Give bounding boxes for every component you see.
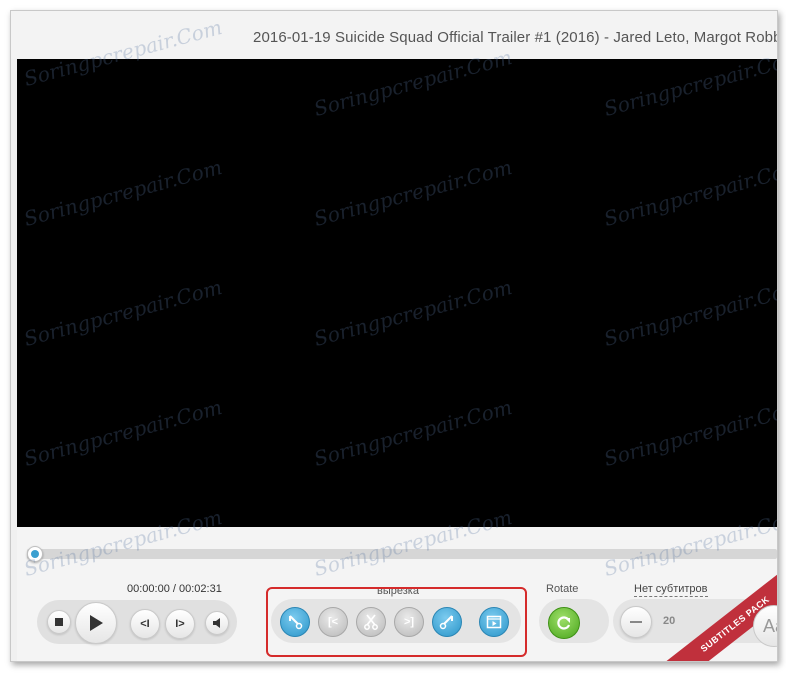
video-preview[interactable]	[17, 59, 777, 527]
play-icon	[90, 615, 103, 631]
go-to-start-label: [<	[327, 616, 339, 628]
timeline-track[interactable]	[27, 549, 777, 559]
controls-panel: 00:00:00 / 00:02:31 <I I> вырезка [< >] …	[17, 527, 777, 661]
font-button-label: Aa	[762, 615, 777, 636]
go-to-end-button[interactable]: >]	[394, 607, 424, 637]
scissors-start-icon	[289, 615, 303, 630]
window-title: 2016-01-19 Suicide Squad Official Traile…	[253, 29, 778, 46]
rotate-button[interactable]	[548, 607, 580, 639]
film-play-icon	[486, 615, 502, 629]
prev-frame-label: <I	[140, 618, 150, 630]
go-to-end-label: >]	[403, 616, 415, 628]
time-display: 00:00:00 / 00:02:31	[127, 583, 222, 595]
subtitle-size-value: 20	[663, 615, 676, 627]
stop-button[interactable]	[47, 610, 71, 634]
scissors-end-icon	[439, 615, 453, 630]
timeline-playhead[interactable]	[27, 546, 43, 562]
app-window: 2016-01-19 Suicide Squad Official Traile…	[10, 10, 778, 662]
next-frame-label: I>	[175, 618, 185, 630]
scissors-icon	[364, 614, 378, 630]
go-to-start-button[interactable]: [<	[318, 607, 348, 637]
minus-icon	[630, 621, 642, 623]
prev-frame-button[interactable]: <I	[130, 609, 160, 639]
title-bar: 2016-01-19 Suicide Squad Official Traile…	[11, 11, 777, 59]
subtitles-dropdown[interactable]: Нет субтитров	[634, 583, 708, 597]
next-frame-button[interactable]: I>	[165, 609, 195, 639]
cut-button[interactable]	[356, 607, 386, 637]
volume-button[interactable]	[205, 611, 229, 635]
rotate-label: Rotate	[546, 583, 579, 595]
speaker-icon	[213, 618, 220, 628]
play-button[interactable]	[75, 602, 117, 644]
mark-end-button[interactable]	[432, 607, 462, 637]
mark-start-button[interactable]	[280, 607, 310, 637]
rotate-icon	[557, 616, 571, 630]
decrease-size-button[interactable]	[620, 606, 652, 638]
preview-clip-button[interactable]	[479, 607, 509, 637]
stop-icon	[55, 618, 63, 626]
